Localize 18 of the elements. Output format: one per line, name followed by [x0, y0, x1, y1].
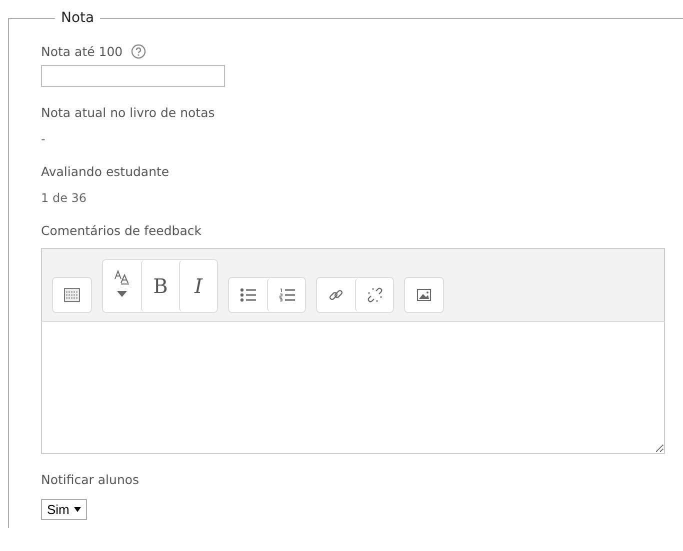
image-icon: [417, 289, 431, 301]
field-value: -: [41, 132, 46, 146]
field-value: 1 de 36: [41, 191, 88, 205]
field-label: Avaliando estudante: [41, 164, 170, 179]
caret-icon: [74, 507, 82, 512]
broken-link-icon: [366, 287, 382, 303]
keyboard-icon: [64, 288, 80, 302]
section-legend: Nota: [55, 10, 100, 26]
numbered-list-icon: [278, 288, 294, 302]
field-label: Nota até 100: [41, 44, 123, 59]
field-label: Comentários de feedback: [41, 223, 202, 238]
field-label: Nota atual no livro de notas: [41, 105, 216, 120]
bulleted-list-icon: [240, 288, 256, 302]
help-icon: [130, 44, 146, 59]
field-label: Notificar alunos: [41, 472, 140, 487]
link-icon: [328, 287, 344, 303]
grade-input[interactable]: [41, 65, 225, 87]
notify-dropdown[interactable]: Sim: [41, 499, 88, 520]
